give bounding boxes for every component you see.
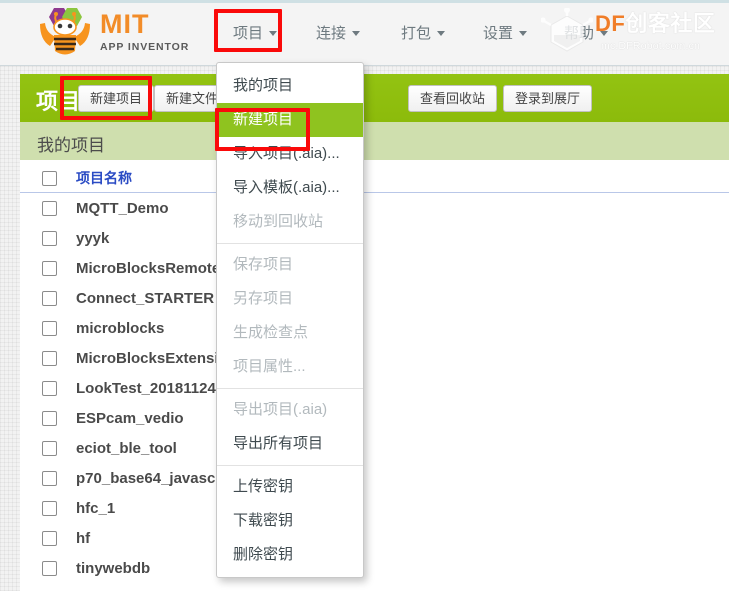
- row-checkbox[interactable]: [42, 470, 57, 486]
- menu-item-project-properties: 项目属性...: [233, 358, 306, 375]
- menu-item-delete-keystore[interactable]: 删除密钥: [217, 538, 363, 572]
- table-row[interactable]: p70_base64_javascrip: [20, 463, 729, 493]
- table-row[interactable]: yyyk: [20, 223, 729, 253]
- logo-brand: MIT: [100, 9, 150, 39]
- menu-item-download-keystore[interactable]: 下载密钥: [217, 504, 363, 538]
- menu-item-my-projects[interactable]: 我的项目: [217, 69, 363, 103]
- chevron-down-icon: [600, 30, 609, 36]
- app-header: MIT APP INVENTOR 项目 连接 打包 设置 帮助 DF创客社区 m…: [0, 0, 729, 66]
- menu-separator: [217, 243, 363, 244]
- project-name[interactable]: hf: [76, 530, 90, 547]
- project-name[interactable]: microblocks: [76, 320, 164, 337]
- table-row[interactable]: tinywebdb: [20, 553, 729, 583]
- project-name[interactable]: Connect_STARTER: [76, 290, 214, 307]
- table-row[interactable]: hf: [20, 523, 729, 553]
- chevron-down-icon: [437, 30, 446, 36]
- view-trash-button[interactable]: 查看回收站: [408, 85, 498, 112]
- menu-item-upload-keystore[interactable]: 上传密钥: [217, 470, 363, 504]
- menu-item-move-to-trash: 移动到回收站: [233, 213, 324, 230]
- row-checkbox[interactable]: [42, 230, 57, 246]
- nav-item-build-label: 打包: [401, 25, 432, 42]
- projects-toolbar: 项目 新建项目 新建文件夹 移动到回收站 查看回收站 登录到展厅: [20, 74, 729, 122]
- column-header-project-name[interactable]: 项目名称: [76, 168, 132, 188]
- table-row[interactable]: ESPcam_vedio: [20, 403, 729, 433]
- logo-subtitle: APP INVENTOR: [100, 41, 190, 53]
- project-name[interactable]: ESPcam_vedio: [76, 410, 184, 427]
- row-checkbox[interactable]: [42, 530, 57, 546]
- chevron-down-icon: [519, 30, 528, 36]
- table-row[interactable]: Connect_STARTER: [20, 283, 729, 313]
- row-checkbox[interactable]: [42, 320, 57, 336]
- nav-item-setting-label: 设置: [483, 25, 514, 42]
- row-checkbox[interactable]: [42, 260, 57, 276]
- nav-item-help-label: 帮助: [564, 25, 595, 42]
- menu-item-checkpoint: 生成检查点: [233, 324, 309, 341]
- row-checkbox[interactable]: [42, 290, 57, 306]
- row-checkbox[interactable]: [42, 440, 57, 456]
- table-row[interactable]: MicroBlocksExtension: [20, 343, 729, 373]
- login-to-gallery-button[interactable]: 登录到展厅: [503, 85, 593, 112]
- menu-item-import-project[interactable]: 导入项目(.aia)...: [217, 137, 363, 171]
- new-project-button[interactable]: 新建项目: [78, 85, 155, 112]
- menu-item-export-project: 导出项目(.aia): [233, 401, 328, 418]
- project-name[interactable]: yyyk: [76, 230, 109, 247]
- select-all-checkbox[interactable]: [42, 170, 57, 186]
- table-header-row: 项目名称: [20, 164, 729, 193]
- mit-app-inventor-logo[interactable]: MIT APP INVENTOR: [34, 6, 194, 58]
- menu-item-new-project[interactable]: 新建项目: [217, 103, 363, 137]
- menu-item-save-project: 保存项目: [233, 256, 294, 273]
- table-row[interactable]: eciot_ble_tool: [20, 433, 729, 463]
- menu-item-import-template[interactable]: 导入模板(.aia)...: [217, 171, 363, 205]
- menu-separator: [217, 465, 363, 466]
- project-name[interactable]: MQTT_Demo: [76, 200, 169, 217]
- table-row[interactable]: LookTest_20181124: [20, 373, 729, 403]
- row-checkbox[interactable]: [42, 350, 57, 366]
- nav-item-setting[interactable]: 设置: [475, 17, 535, 48]
- project-name[interactable]: p70_base64_javascrip: [76, 470, 234, 487]
- page-title: 项目: [36, 89, 81, 114]
- my-projects-heading: 我的项目: [20, 122, 729, 160]
- menu-separator: [217, 388, 363, 389]
- table-row[interactable]: dragonboat: [20, 583, 729, 591]
- row-checkbox[interactable]: [42, 200, 57, 216]
- row-checkbox[interactable]: [42, 410, 57, 426]
- project-name[interactable]: MicroBlocksExtension: [76, 350, 237, 367]
- nav-item-connect[interactable]: 连接: [308, 17, 368, 48]
- nav-item-build[interactable]: 打包: [393, 17, 453, 48]
- projects-table: 项目名称 MQTT_Demo yyyk MicroBlocksRemoteCo …: [20, 160, 729, 591]
- header-top-rule: [0, 0, 729, 3]
- project-name[interactable]: tinywebdb: [76, 560, 150, 577]
- nav-item-project-label: 项目: [233, 25, 264, 42]
- table-row[interactable]: microblocks: [20, 313, 729, 343]
- menu-item-export-all-projects[interactable]: 导出所有项目: [217, 427, 363, 461]
- table-row[interactable]: MQTT_Demo: [20, 193, 729, 223]
- project-name[interactable]: eciot_ble_tool: [76, 440, 177, 457]
- nav-item-help[interactable]: 帮助: [556, 17, 616, 48]
- row-checkbox[interactable]: [42, 500, 57, 516]
- projects-panel: 我的项目 项目名称 MQTT_Demo yyyk MicroBlocksRemo…: [20, 122, 729, 591]
- nav-item-connect-label: 连接: [316, 25, 347, 42]
- project-dropdown-menu: 我的项目 新建项目 导入项目(.aia)... 导入模板(.aia)... 移动…: [216, 62, 364, 578]
- watermark-brand-suffix: 创客社区: [625, 11, 716, 36]
- row-checkbox[interactable]: [42, 560, 57, 576]
- row-checkbox[interactable]: [42, 380, 57, 396]
- nav-item-project[interactable]: 项目: [225, 17, 285, 48]
- project-name[interactable]: LookTest_20181124: [76, 380, 216, 397]
- menu-item-save-project-as: 另存项目: [233, 290, 294, 307]
- table-row[interactable]: hfc_1: [20, 493, 729, 523]
- app-root: MIT APP INVENTOR 项目 连接 打包 设置 帮助 DF创客社区 m…: [0, 0, 729, 591]
- bee-logo-icon: [40, 8, 90, 55]
- table-row[interactable]: MicroBlocksRemoteCo: [20, 253, 729, 283]
- chevron-down-icon: [269, 30, 278, 36]
- logo-wordmark: MIT APP INVENTOR: [100, 11, 189, 54]
- chevron-down-icon: [352, 30, 361, 36]
- project-name[interactable]: hfc_1: [76, 500, 115, 517]
